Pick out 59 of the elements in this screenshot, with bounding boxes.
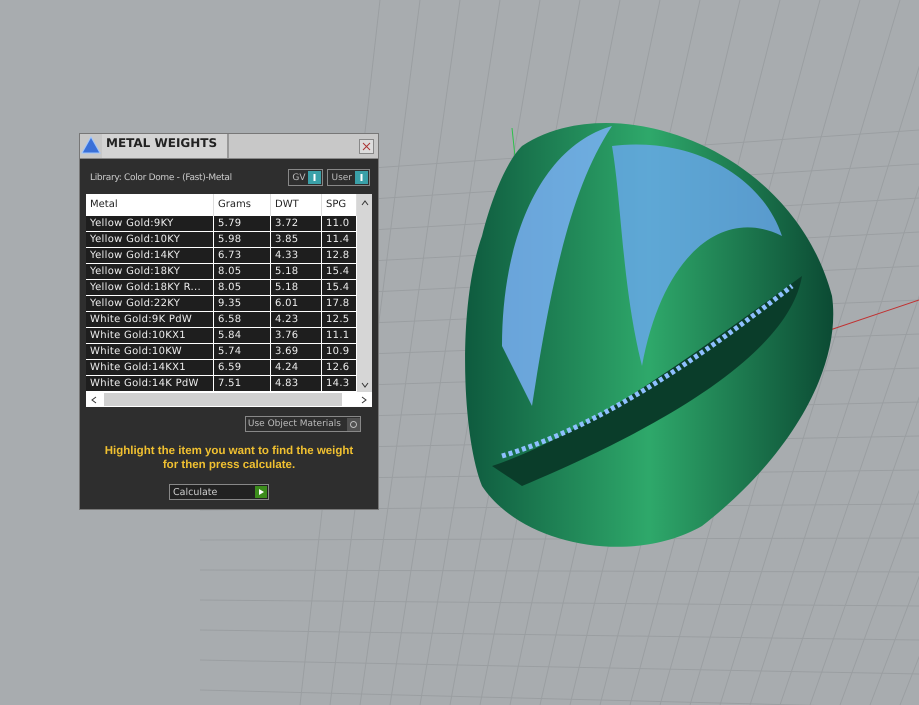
table-cell[interactable]: 7.51 [214,376,271,392]
close-button[interactable] [359,138,374,154]
table-cell[interactable]: Yellow Gold:9KY [86,216,214,232]
toggle-label: User [331,172,352,182]
table-cell[interactable]: Yellow Gold:14KY [86,248,214,264]
table-cell[interactable]: 5.18 [271,280,322,296]
table-cell[interactable]: Yellow Gold:18KY R... [86,280,214,296]
table-cell[interactable]: 15.4 [322,264,357,280]
table-cell[interactable]: 12.5 [322,312,357,328]
close-icon [362,142,371,150]
table-cell[interactable]: 5.84 [214,328,271,344]
table-cell[interactable]: 5.79 [214,216,271,232]
table-cell[interactable]: White Gold:9K PdW [86,312,214,328]
table-cell[interactable]: 4.83 [271,376,322,392]
table-cell[interactable]: 11.1 [322,328,357,344]
table-cell[interactable]: 15.4 [322,280,357,296]
table-cell[interactable]: Yellow Gold:18KY [86,264,214,280]
calculate-button[interactable]: Calculate [169,484,269,500]
table-cell[interactable]: 10.9 [322,344,357,360]
library-label: Library: Color Dome - (Fast)-Metal [90,172,232,182]
toggle-switch[interactable]: User [327,169,370,186]
table-cell[interactable]: 5.18 [271,264,322,280]
table-cell[interactable]: 5.74 [214,344,271,360]
table-cell[interactable]: White Gold:10KX1 [86,328,214,344]
table-cell[interactable]: 6.73 [214,248,271,264]
table-cell[interactable]: White Gold:14KX1 [86,360,214,376]
vertical-scrollbar[interactable] [357,194,372,392]
table-cell[interactable]: 4.33 [271,248,322,264]
toggle-label: Use Object Materials [248,419,341,429]
table-cell[interactable]: 6.01 [271,296,322,312]
table-cell[interactable]: 6.59 [214,360,271,376]
scrollbar-thumb[interactable] [104,393,342,406]
table-cell[interactable]: White Gold:14K PdW [86,376,214,392]
table-cell[interactable]: 4.23 [271,312,322,328]
table-cell[interactable]: 12.8 [322,248,357,264]
table-cell[interactable]: 8.05 [214,280,271,296]
table-cell[interactable]: 9.35 [214,296,271,312]
table-cell[interactable]: 3.85 [271,232,322,248]
table-cell[interactable]: 4.24 [271,360,322,376]
table-cell[interactable]: 11.0 [322,216,357,232]
instruction-text: Highlight the item you want to find the weight for then press calculate. [104,444,354,472]
table-cell[interactable]: 17.8 [322,296,357,312]
table-cell[interactable]: 3.69 [271,344,322,360]
table-cell[interactable]: Yellow Gold:10KY [86,232,214,248]
table-cell[interactable]: 3.76 [271,328,322,344]
play-icon [255,486,267,498]
table-cell[interactable]: White Gold:10KW [86,344,214,360]
table-cell[interactable]: Yellow Gold:22KY [86,296,214,312]
toggle-switch[interactable]: GV [288,169,324,186]
table-cell[interactable]: 5.98 [214,232,271,248]
table-cell[interactable]: 6.58 [214,312,271,328]
use-object-materials-toggle[interactable]: Use Object Materials [244,416,361,432]
table-cell[interactable]: 12.6 [322,360,357,376]
toggle-label: GV [292,172,306,182]
dialog-title: METAL WEIGHTS [102,134,230,158]
table-cell[interactable]: 3.72 [271,216,322,232]
table-cell[interactable]: 14.3 [322,376,357,392]
table-cell[interactable]: 11.4 [322,232,357,248]
table-cell[interactable]: 8.05 [214,264,271,280]
